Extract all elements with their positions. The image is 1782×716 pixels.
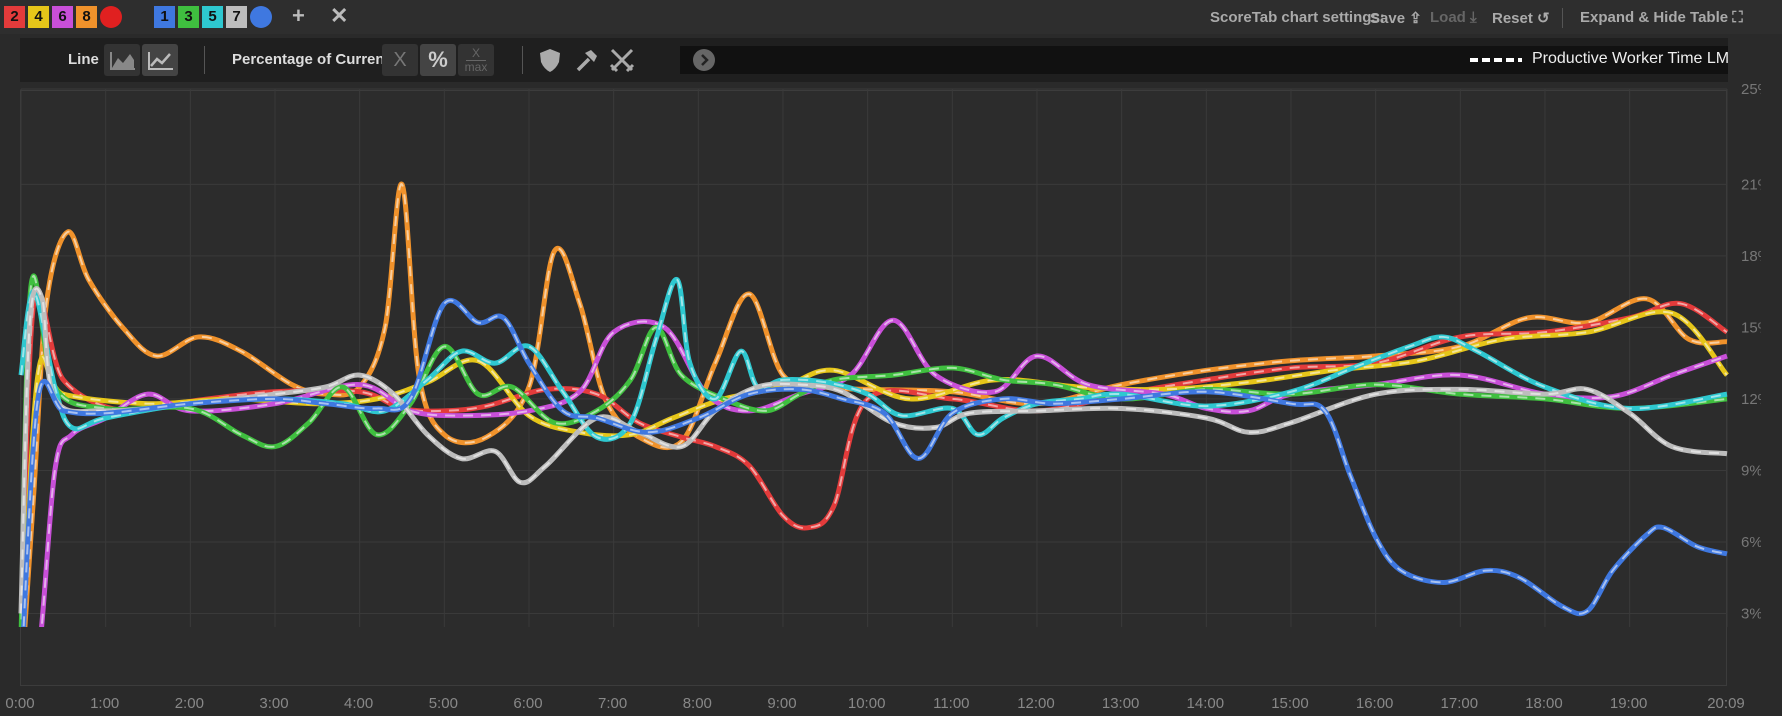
y-tick-label: 25% (1741, 81, 1761, 98)
line-chart: 3% 6% 9% 12% 15% 18% 21% 25% (18, 81, 1761, 627)
x-tick-label: 3:00 (259, 695, 288, 712)
vertical-gridlines (20, 89, 1728, 627)
x-tick-label: 10:00 (848, 695, 886, 712)
y-tick-label: 21% (1741, 176, 1761, 193)
series-line-dash-3 (40, 319, 1728, 627)
y-tick-label: 9% (1741, 462, 1761, 479)
x-tick-label: 5:00 (429, 695, 458, 712)
series-line-5 (18, 277, 1728, 442)
x-tick-label: 11:00 (933, 695, 969, 712)
series-group (18, 181, 1729, 627)
y-tick-label: 15% (1741, 319, 1761, 336)
series-line-3 (39, 317, 1728, 627)
x-axis: 0:00 1:00 2:00 3:00 4:00 5:00 6:00 7:00 8:00 9:00… (5, 695, 1745, 712)
series-line-2 (20, 309, 1729, 627)
x-tick-label: 17:00 (1441, 695, 1479, 712)
y-tick-labels: 3% 6% 9% 12% 15% 18% 21% 25% (1741, 81, 1761, 622)
series-line-dash-5 (20, 278, 1728, 441)
x-tick-label: 15:00 (1271, 695, 1309, 712)
x-tick-label: 13:00 (1102, 695, 1140, 712)
x-tick-label: 19:00 (1610, 695, 1648, 712)
x-tick-label: 2:00 (175, 695, 204, 712)
x-tick-label: 9:00 (767, 695, 796, 712)
x-tick-label: 14:00 (1187, 695, 1225, 712)
x-tick-label: 16:00 (1356, 695, 1394, 712)
x-tick-label: 12:00 (1017, 695, 1055, 712)
y-tick-label: 18% (1741, 248, 1761, 265)
series-line-dash-2 (22, 310, 1728, 627)
x-tick-label: 8:00 (683, 695, 712, 712)
chart-area: 3% 6% 9% 12% 15% 18% 21% 25% (18, 81, 1761, 686)
y-tick-label: 12% (1741, 391, 1761, 408)
x-tick-label: 6:00 (513, 695, 542, 712)
x-tick-label: 4:00 (344, 695, 373, 712)
x-tick-label: 0:00 (5, 695, 34, 712)
y-tick-label: 3% (1741, 605, 1761, 622)
x-tick-label: 20:09 (1707, 695, 1745, 712)
x-tick-label: 1:00 (90, 695, 119, 712)
y-tick-label: 6% (1741, 534, 1761, 551)
horizontal-gridlines (21, 88, 1727, 614)
x-tick-label: 7:00 (598, 695, 627, 712)
x-tick-label: 18:00 (1525, 695, 1563, 712)
